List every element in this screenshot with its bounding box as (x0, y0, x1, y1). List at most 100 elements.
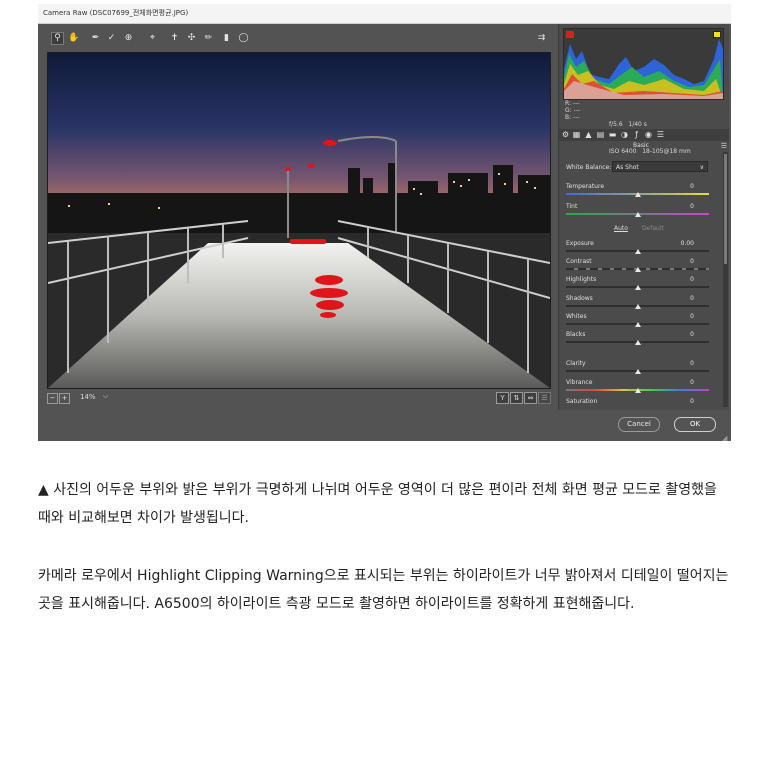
slider-value[interactable]: 0 (690, 398, 694, 405)
title-bar: Camera Raw (DSC07699_전체화면평균.JPG) (38, 4, 731, 24)
blacks-slider[interactable]: Blacks 0 (566, 331, 709, 349)
slider-label: Contrast (566, 258, 592, 265)
slider-thumb[interactable] (634, 322, 641, 327)
histogram (563, 28, 724, 100)
tint-slider[interactable]: Tint 0 (566, 203, 709, 221)
split-toning-tab-icon[interactable]: ▬ (608, 130, 617, 139)
resize-grip-icon[interactable]: ◢ (722, 434, 727, 441)
effects-tab-icon[interactable]: ƒ (632, 130, 641, 139)
zoom-bar: − + 14% ⌵ Y ⇅ ⇔ ☰ (47, 392, 552, 406)
vibrance-slider[interactable]: Vibrance 0 (566, 379, 709, 397)
slider-value[interactable]: 0 (690, 379, 694, 386)
contrast-slider[interactable]: Contrast 0 (566, 258, 709, 276)
toolbar: ⚲ ✋ ✒ ✓ ⊕ ⌖ ✝ ✣ ✏ ▮ ◯ ⇉ (38, 24, 558, 52)
zoom-out-button[interactable]: − (47, 393, 58, 404)
view-settings-button[interactable]: ☰ (538, 392, 551, 404)
highlight-clipping-icon[interactable] (713, 31, 721, 38)
straighten-icon[interactable]: ✝ (169, 33, 180, 44)
default-link[interactable]: Default (642, 225, 664, 232)
slider-thumb[interactable] (634, 388, 641, 393)
panel-tabs: ⚙ ▦ ▲ ▤ ▬ ◑ ƒ ◉ ☰ (559, 129, 729, 141)
slider-label: Clarity (566, 360, 586, 367)
slider-label: Temperature (566, 183, 605, 190)
shadow-clipping-icon[interactable] (566, 31, 574, 38)
zoom-in-button[interactable]: + (59, 393, 70, 404)
highlights-slider[interactable]: Highlights 0 (566, 276, 709, 294)
slider-thumb[interactable] (634, 249, 641, 254)
slider-label: Shadows (566, 295, 593, 302)
tone-curve-tab-icon[interactable]: ▦ (572, 130, 581, 139)
shadows-slider[interactable]: Shadows 0 (566, 295, 709, 313)
slider-thumb[interactable] (634, 285, 641, 290)
whites-slider[interactable]: Whites 0 (566, 313, 709, 331)
slider-thumb[interactable] (634, 212, 641, 217)
slider-thumb[interactable] (634, 369, 641, 374)
camera-calibration-tab-icon[interactable]: ◉ (644, 130, 653, 139)
slider-thumb[interactable] (634, 267, 641, 272)
adjustment-brush-icon[interactable]: ✏ (203, 33, 214, 44)
zoom-icon[interactable]: ⚲ (51, 32, 64, 45)
slider-label: Exposure (566, 240, 594, 247)
panel-scrollbar[interactable] (723, 152, 728, 407)
view-toggle-copy-button[interactable]: ⇔ (524, 392, 537, 404)
slider-value[interactable]: 0 (690, 313, 694, 320)
caption-paragraph-1: ▲ 사진의 어두운 부위와 밝은 부위가 극명하게 나뉘며 어두운 영역이 더 … (38, 482, 717, 526)
slider-value[interactable]: 0 (690, 360, 694, 367)
hsl-tab-icon[interactable]: ▤ (596, 130, 605, 139)
clarity-slider[interactable]: Clarity 0 (566, 360, 709, 378)
lens-tab-icon[interactable]: ◑ (620, 130, 629, 139)
white-balance-icon[interactable]: ✒ (90, 33, 101, 44)
slider-label: Blacks (566, 331, 586, 338)
ok-button[interactable]: OK (674, 417, 716, 432)
color-sampler-icon[interactable]: ✓ (106, 33, 117, 44)
white-balance-value: As Shot (616, 164, 639, 171)
presets-tab-icon[interactable]: ☰ (656, 130, 665, 139)
slider-label: Whites (566, 313, 587, 320)
exposure-slider[interactable]: Exposure 0.00 (566, 240, 709, 258)
slider-thumb[interactable] (634, 304, 641, 309)
white-balance-select[interactable]: As Shot ∨ (612, 161, 708, 172)
cancel-button[interactable]: Cancel (618, 417, 660, 432)
image-preview[interactable] (47, 52, 551, 389)
crop-icon[interactable]: ⌖ (147, 33, 158, 44)
temperature-slider[interactable]: Temperature 0 (566, 183, 709, 201)
green-readout: G: --- (565, 107, 581, 114)
basic-tab-icon[interactable]: ⚙ (561, 130, 570, 139)
slider-thumb[interactable] (634, 192, 641, 197)
slider-thumb[interactable] (634, 340, 641, 345)
graduated-filter-icon[interactable]: ▮ (221, 33, 232, 44)
rgb-readout: R: --- G: --- B: --- (565, 100, 580, 121)
red-readout: R: --- (565, 100, 580, 107)
blue-readout: B: --- (565, 114, 580, 121)
camera-raw-window: Camera Raw (DSC07699_전체화면평균.JPG) ⚲ ✋ ✒ ✓… (38, 4, 731, 441)
zoom-level[interactable]: 14% (80, 393, 96, 401)
radial-filter-icon[interactable]: ◯ (238, 33, 249, 44)
slider-label: Vibrance (566, 379, 593, 386)
spot-removal-icon[interactable]: ✣ (186, 33, 197, 44)
view-toggle-y-button[interactable]: Y (496, 392, 509, 404)
section-title: Basic (633, 142, 649, 149)
scrollbar-thumb[interactable] (724, 154, 727, 264)
auto-link[interactable]: Auto (614, 225, 628, 232)
slider-label: Tint (566, 203, 578, 210)
slider-value[interactable]: 0.00 (681, 240, 694, 247)
panel-menu-icon[interactable]: ☰ (721, 142, 727, 150)
white-balance-label: White Balance: (566, 164, 612, 171)
auto-default-links: Auto Default (614, 225, 664, 232)
target-adjust-icon[interactable]: ⊕ (123, 33, 134, 44)
aperture-shutter: f/5.6 1/40 s (609, 121, 647, 128)
slider-value[interactable]: 0 (690, 183, 694, 190)
slider-value[interactable]: 0 (690, 331, 694, 338)
slider-value[interactable]: 0 (690, 258, 694, 265)
slider-value[interactable]: 0 (690, 203, 694, 210)
chevron-down-icon[interactable]: ⌵ (103, 392, 108, 401)
right-panel: R: --- G: --- B: --- f/5.6 1/40 s ISO 64… (558, 24, 729, 410)
hand-icon[interactable]: ✋ (68, 33, 79, 44)
chevron-down-icon: ∨ (699, 164, 704, 171)
slider-value[interactable]: 0 (690, 276, 694, 283)
saturation-slider[interactable]: Saturation 0 (566, 398, 709, 410)
detail-tab-icon[interactable]: ▲ (584, 130, 593, 139)
toggle-fullscreen-icon[interactable]: ⇉ (536, 33, 547, 44)
view-toggle-swap-button[interactable]: ⇅ (510, 392, 523, 404)
slider-value[interactable]: 0 (690, 295, 694, 302)
